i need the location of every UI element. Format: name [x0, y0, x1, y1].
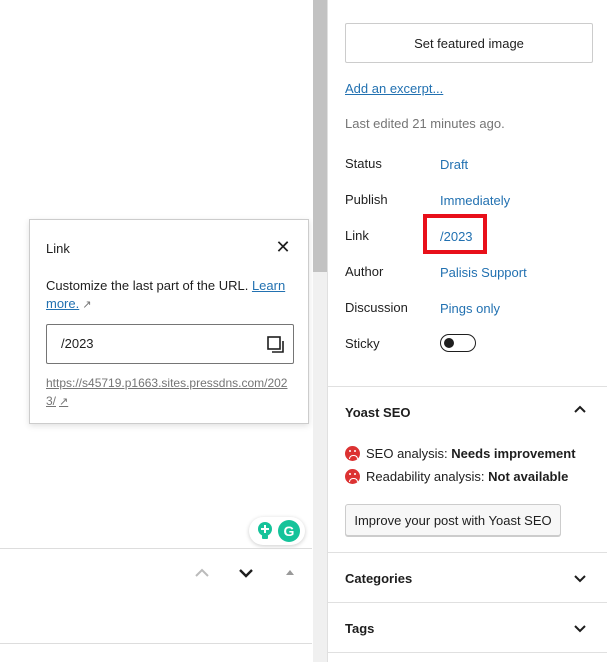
slug-input[interactable] — [61, 336, 251, 351]
scrollbar-thumb[interactable] — [313, 0, 327, 272]
divider — [328, 602, 607, 603]
grammarly-icon[interactable]: G — [278, 520, 300, 542]
readability-label: Readability analysis: — [366, 469, 485, 484]
seo-analysis-value: Needs improvement — [451, 446, 576, 461]
add-excerpt-link[interactable]: Add an excerpt... — [345, 81, 443, 96]
tags-panel-title[interactable]: Tags — [345, 621, 374, 636]
highlight-box — [423, 214, 487, 254]
publish-label: Publish — [345, 192, 388, 207]
permalink-text[interactable]: https://s45719.p1663.sites.pressdns.com/… — [46, 376, 287, 408]
grammarly-widget[interactable]: G — [249, 517, 305, 545]
categories-panel-title[interactable]: Categories — [345, 571, 412, 586]
popover-title: Link — [46, 241, 70, 256]
link-popover: Link ✕ Customize the last part of the UR… — [29, 219, 309, 424]
readability-value: Not available — [488, 469, 569, 484]
seo-analysis-row: SEO analysis: Needs improvement — [345, 446, 576, 461]
readability-row: Readability analysis: Not available — [345, 469, 568, 484]
permalink-url[interactable]: https://s45719.p1663.sites.pressdns.com/… — [46, 374, 296, 411]
discussion-value[interactable]: Pings only — [440, 301, 500, 316]
copy-icon[interactable] — [267, 336, 285, 354]
sticky-label: Sticky — [345, 336, 380, 351]
chevron-down-icon[interactable] — [572, 620, 588, 636]
toggle-knob — [444, 338, 454, 348]
slug-field[interactable] — [46, 324, 294, 364]
improve-yoast-button[interactable]: Improve your post with Yoast SEO — [345, 504, 561, 536]
divider — [328, 652, 607, 653]
settings-sidebar: Set featured image Add an excerpt... Las… — [328, 0, 607, 662]
sticky-toggle[interactable] — [440, 334, 476, 352]
canvas-scrollbar[interactable] — [313, 0, 327, 662]
footer-bar — [0, 643, 312, 662]
yoast-panel-title[interactable]: Yoast SEO — [345, 405, 411, 420]
author-label: Author — [345, 264, 384, 279]
external-link-icon: ↗ — [82, 299, 92, 311]
divider — [328, 386, 607, 387]
status-label: Status — [345, 156, 382, 171]
external-link-icon: ↗ — [59, 396, 69, 408]
chevron-down-icon[interactable] — [234, 561, 258, 585]
sad-face-icon — [345, 446, 360, 461]
discussion-label: Discussion — [345, 300, 408, 315]
block-navigation-bar — [0, 548, 312, 644]
triangle-up-icon[interactable] — [278, 561, 302, 585]
chevron-down-icon[interactable] — [572, 570, 588, 586]
author-value[interactable]: Palisis Support — [440, 265, 527, 280]
status-value[interactable]: Draft — [440, 157, 468, 172]
last-edited-text: Last edited 21 minutes ago. — [345, 116, 505, 131]
editor-canvas[interactable]: Link ✕ Customize the last part of the UR… — [0, 0, 312, 662]
popover-help-text: Customize the last part of the URL. Lear… — [46, 277, 296, 314]
chevron-up-icon[interactable] — [572, 402, 588, 418]
chevron-up-icon[interactable] — [190, 561, 214, 585]
publish-value[interactable]: Immediately — [440, 193, 510, 208]
link-label: Link — [345, 228, 369, 243]
lightbulb-icon[interactable] — [255, 521, 275, 541]
set-featured-image-button[interactable]: Set featured image — [345, 23, 593, 63]
seo-analysis-label: SEO analysis: — [366, 446, 448, 461]
divider — [328, 552, 607, 553]
editor-window: Link ✕ Customize the last part of the UR… — [0, 0, 607, 662]
help-text: Customize the last part of the URL. — [46, 278, 249, 293]
sad-face-icon — [345, 469, 360, 484]
close-icon[interactable]: ✕ — [274, 238, 292, 256]
